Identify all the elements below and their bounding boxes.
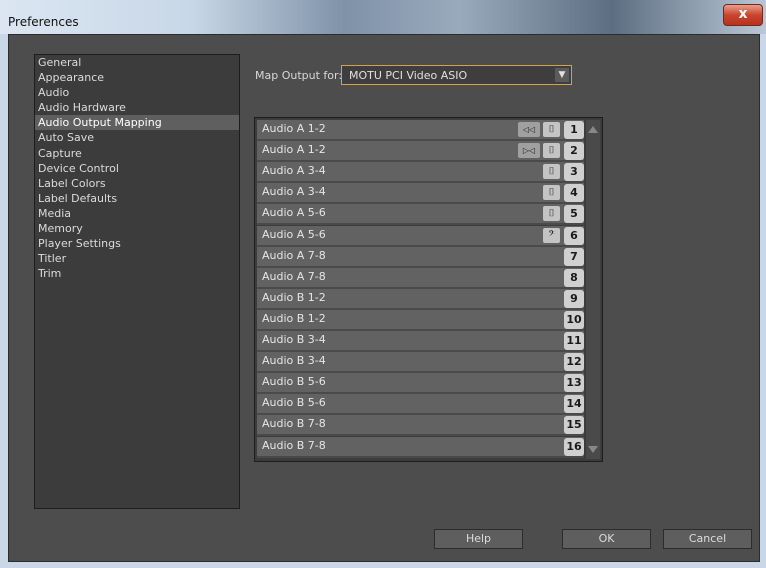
category-item[interactable]: Audio Hardware [35,100,239,115]
ok-button[interactable]: OK [562,529,651,549]
output-channel-number[interactable]: 2 [564,142,584,161]
map-output-dropdown[interactable]: MOTU PCI Video ASIO ▼ [341,65,572,85]
stereo-right-icon[interactable]: ▷◁ [518,143,540,159]
category-item[interactable]: Audio [35,85,239,100]
category-item[interactable]: Device Control [35,161,239,176]
chevron-down-icon[interactable]: ▼ [555,68,569,82]
channel-label: Audio B 5-6 [262,396,326,410]
channel-row[interactable]: Audio A 1-2 ▷◁ ⌷ 2 [257,141,584,163]
category-item[interactable]: Capture [35,146,239,161]
channel-row[interactable]: Audio B 3-4 11 [257,331,584,352]
output-channel-number[interactable]: 5 [564,205,584,224]
category-item[interactable]: Memory [35,221,239,236]
category-item[interactable]: Label Defaults [35,191,239,206]
category-list: General Appearance Audio Audio Hardware Audi… [34,54,240,509]
channel-row[interactable]: Audio B 5-6 13 [257,373,584,395]
channel-row[interactable]: Audio A 1-2 ◁◁ ⌷ 1 [257,120,584,141]
category-item[interactable]: Appearance [35,70,239,85]
channel-label: Audio B 3-4 [262,354,326,368]
channel-row[interactable]: Audio B 7-8 15 [257,415,584,437]
help-button[interactable]: Help [434,529,523,549]
output-channel-number[interactable]: 3 [564,163,584,182]
vertical-scrollbar[interactable] [586,120,600,459]
mono-clip-icon[interactable]: ⌷ [543,143,560,159]
channel-label: Audio A 3-4 [262,185,326,199]
scroll-up-icon[interactable] [588,126,598,133]
bass-clef-icon[interactable]: 𝄢 [543,227,560,243]
output-channel-number[interactable]: 4 [564,184,584,203]
output-channel-number[interactable]: 14 [564,395,584,414]
channel-row[interactable]: Audio A 7-8 8 [257,267,584,289]
output-channel-number[interactable]: 13 [564,374,584,393]
channel-label: Audio A 3-4 [262,164,326,178]
category-item[interactable]: Media [35,206,239,221]
mono-clip-icon[interactable]: ⌷ [543,122,560,137]
mono-clip-icon[interactable]: ⌷ [543,185,560,201]
channel-label: Audio A 1-2 [262,122,326,135]
map-output-label: Map Output for: [255,69,343,82]
close-icon: x [738,6,748,22]
channel-label: Audio A 5-6 [262,227,326,241]
cancel-button[interactable]: Cancel [663,529,752,549]
category-item[interactable]: Trim [35,266,239,281]
window-title: Preferences [8,15,79,29]
category-item[interactable]: Auto Save [35,130,239,145]
output-channel-number[interactable]: 10 [564,310,584,329]
channel-row[interactable]: Audio A 3-4 ⌷ 4 [257,183,584,205]
channel-row[interactable]: Audio A 3-4 ⌷ 3 [257,162,584,184]
dialog-body: General Appearance Audio Audio Hardware Audi… [8,34,760,562]
channel-row[interactable]: Audio B 3-4 12 [257,352,584,374]
mono-clip-icon[interactable]: ⌷ [543,206,560,222]
channel-label: Audio B 7-8 [262,438,326,452]
channel-row[interactable]: Audio B 1-2 9 [257,288,584,310]
channel-label: Audio B 3-4 [262,333,326,346]
output-channel-number[interactable]: 6 [564,226,584,245]
category-item[interactable]: Label Colors [35,176,239,191]
map-output-value: MOTU PCI Video ASIO [349,69,468,82]
scroll-down-icon[interactable] [588,446,598,453]
output-channel-number[interactable]: 1 [564,121,584,139]
channel-label: Audio B 5-6 [262,375,326,389]
channel-row[interactable]: Audio A 5-6 𝄢 6 [257,225,584,247]
mono-clip-icon[interactable]: ⌷ [543,164,560,180]
output-channel-number[interactable]: 8 [564,268,584,287]
preferences-window: Preferences x General Appearance Audio Audi… [0,0,766,568]
channel-row[interactable]: Audio B 1-2 10 [257,309,584,331]
output-channel-number[interactable]: 11 [564,332,584,350]
channel-row[interactable]: Audio A 5-6 ⌷ 5 [257,204,584,226]
output-channel-number[interactable]: 9 [564,289,584,308]
output-channel-number[interactable]: 12 [564,353,584,372]
channel-row[interactable]: Audio B 7-8 16 [257,436,584,458]
channel-label: Audio A 1-2 [262,143,326,157]
output-channel-number[interactable]: 16 [564,437,584,456]
category-item[interactable]: Player Settings [35,236,239,251]
channel-mapping-grid: Audio A 1-2 ◁◁ ⌷ 1 Audio A 1-2 ▷◁ ⌷ 2 Audio A 3-… [254,117,603,462]
channel-label: Audio A 5-6 [262,206,326,220]
channel-row[interactable]: Audio B 5-6 14 [257,394,584,416]
category-item[interactable]: General [35,55,239,70]
category-item[interactable]: Titler [35,251,239,266]
channel-label: Audio B 1-2 [262,311,326,325]
channel-row[interactable]: Audio A 7-8 7 [257,246,584,268]
output-channel-number[interactable]: 7 [564,247,584,266]
output-channel-number[interactable]: 15 [564,416,584,435]
stereo-left-icon[interactable]: ◁◁ [518,122,540,137]
close-button[interactable]: x [723,4,763,26]
channel-label: Audio A 7-8 [262,269,326,283]
channel-label: Audio A 7-8 [262,248,326,262]
category-item[interactable]: Audio Output Mapping [35,115,239,131]
channel-label: Audio B 1-2 [262,290,326,304]
title-bar[interactable]: Preferences x [0,0,766,34]
channel-label: Audio B 7-8 [262,417,326,431]
